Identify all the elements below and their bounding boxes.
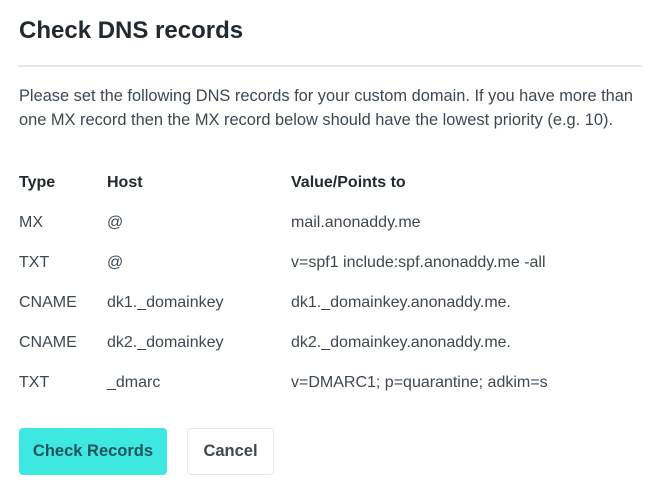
record-type: CNAME bbox=[19, 334, 77, 351]
check-records-button[interactable]: Check Records bbox=[19, 428, 167, 475]
record-type: TXT bbox=[19, 374, 50, 391]
record-type: TXT bbox=[19, 254, 50, 271]
record-type: CNAME bbox=[19, 294, 77, 311]
cancel-button[interactable]: Cancel bbox=[187, 428, 274, 475]
header-host: Host bbox=[107, 174, 143, 191]
record-value: v=spf1 include:spf.anonaddy.me -all bbox=[291, 254, 546, 271]
header-type: Type bbox=[19, 174, 56, 191]
record-value: dk1._domainkey.anonaddy.me. bbox=[291, 294, 511, 311]
record-type: MX bbox=[19, 214, 43, 231]
record-host: dk1._domainkey bbox=[107, 294, 224, 311]
dialog-description: Please set the following DNS records for… bbox=[19, 87, 634, 129]
record-host: @ bbox=[107, 254, 124, 271]
record-value: mail.anonaddy.me bbox=[291, 214, 421, 231]
record-host: dk2._domainkey bbox=[107, 334, 224, 351]
record-host: _dmarc bbox=[107, 374, 161, 391]
header-value: Value/Points to bbox=[291, 174, 406, 191]
divider bbox=[18, 65, 642, 67]
record-value: dk2._domainkey.anonaddy.me. bbox=[291, 334, 511, 351]
dialog-title: Check DNS records bbox=[19, 17, 244, 44]
record-host: @ bbox=[107, 214, 124, 231]
record-value: v=DMARC1; p=quarantine; adkim=s bbox=[291, 374, 548, 391]
